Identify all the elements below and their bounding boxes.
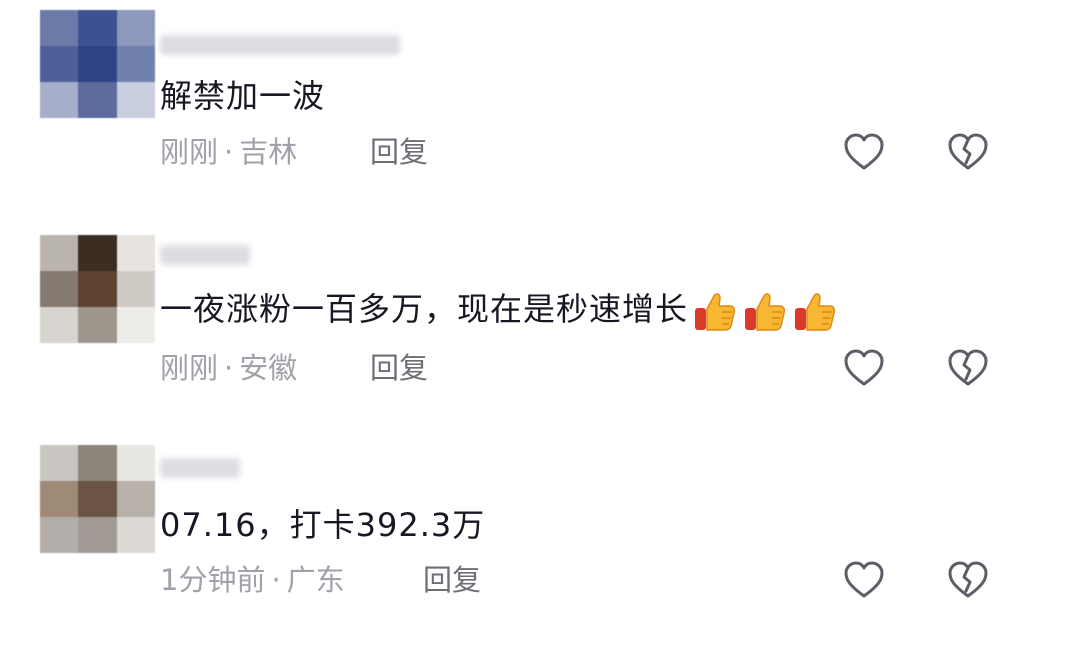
- comment-meta: 刚刚 · 吉林: [160, 132, 297, 172]
- dislike-icon[interactable]: [946, 132, 990, 172]
- reply-button[interactable]: 回复: [423, 560, 481, 600]
- avatar-mosaic-cell: [40, 481, 79, 517]
- avatar-mosaic-cell: [116, 481, 155, 517]
- avatar[interactable]: [40, 235, 155, 343]
- thumbs-up-icon: [792, 288, 838, 334]
- avatar-mosaic-cell: [78, 82, 117, 118]
- avatar-mosaic-cell: [116, 271, 155, 307]
- avatar-mosaic-cell: [40, 307, 79, 343]
- avatar-mosaic-cell: [78, 517, 117, 553]
- reply-button[interactable]: 回复: [370, 348, 428, 388]
- thumbs-up-icon: [692, 288, 738, 334]
- reply-button[interactable]: 回复: [370, 132, 428, 172]
- heart-outline-icon: [844, 349, 884, 386]
- avatar-mosaic-cell: [40, 235, 79, 271]
- avatar[interactable]: [40, 445, 155, 553]
- avatar-mosaic-cell: [40, 271, 79, 307]
- comment-location: 安徽: [239, 351, 298, 385]
- avatar-mosaic-cell: [40, 46, 79, 82]
- avatar-mosaic-cell: [40, 82, 79, 118]
- heart-outline-icon: [844, 133, 884, 170]
- comment-item: 解禁加一波 刚刚 · 吉林 回复: [0, 0, 1080, 200]
- comment-meta: 刚刚 · 安徽: [160, 348, 297, 388]
- heart-outline-icon: [844, 561, 884, 598]
- avatar-mosaic-cell: [78, 307, 117, 343]
- avatar-mosaic-cell: [116, 46, 155, 82]
- emoji-group: [688, 290, 838, 331]
- broken-heart-icon: [948, 561, 988, 598]
- avatar-mosaic-cell: [40, 10, 79, 46]
- comment-item: 一夜涨粉一百多万，现在是秒速增长 刚刚 · 安徽 回复: [0, 215, 1080, 415]
- avatar-mosaic-cell: [78, 481, 117, 517]
- avatar-mosaic-cell: [40, 445, 79, 481]
- comment-location: 广东: [286, 563, 345, 597]
- meta-separator: ·: [224, 351, 234, 385]
- avatar-mosaic-cell: [116, 235, 155, 271]
- avatar-mosaic-cell: [78, 235, 117, 271]
- meta-separator: ·: [224, 135, 234, 169]
- username-blurred[interactable]: [160, 245, 250, 265]
- avatar-mosaic-cell: [116, 445, 155, 481]
- comment-text: 07.16，打卡392.3万: [160, 506, 486, 544]
- username-blurred[interactable]: [160, 35, 400, 55]
- avatar-mosaic-cell: [78, 10, 117, 46]
- comment-item: 07.16，打卡392.3万 1分钟前 · 广东 回复: [0, 430, 1080, 630]
- comment-text: 一夜涨粉一百多万，现在是秒速增长: [160, 288, 838, 334]
- comment-text-content: 一夜涨粉一百多万，现在是秒速增长: [160, 290, 689, 328]
- avatar-mosaic-cell: [116, 517, 155, 553]
- like-icon[interactable]: [842, 348, 886, 388]
- dislike-icon[interactable]: [946, 560, 990, 600]
- thumbs-up-icon: [742, 288, 788, 334]
- broken-heart-icon: [948, 133, 988, 170]
- avatar-mosaic-cell: [40, 517, 79, 553]
- comment-time: 1分钟前: [160, 563, 266, 597]
- avatar-mosaic-cell: [116, 10, 155, 46]
- avatar[interactable]: [40, 10, 155, 118]
- meta-separator: ·: [271, 563, 281, 597]
- avatar-mosaic-cell: [78, 46, 117, 82]
- like-icon[interactable]: [842, 132, 886, 172]
- dislike-icon[interactable]: [946, 348, 990, 388]
- broken-heart-icon: [948, 349, 988, 386]
- avatar-mosaic-cell: [116, 307, 155, 343]
- comment-meta: 1分钟前 · 广东: [160, 560, 345, 600]
- avatar-mosaic-cell: [116, 82, 155, 118]
- avatar-mosaic-cell: [78, 271, 117, 307]
- avatar-mosaic-cell: [78, 445, 117, 481]
- username-blurred[interactable]: [160, 458, 240, 478]
- comment-time: 刚刚: [160, 135, 219, 169]
- comment-location: 吉林: [239, 135, 298, 169]
- comment-time: 刚刚: [160, 351, 219, 385]
- comment-text: 解禁加一波: [160, 77, 326, 115]
- like-icon[interactable]: [842, 560, 886, 600]
